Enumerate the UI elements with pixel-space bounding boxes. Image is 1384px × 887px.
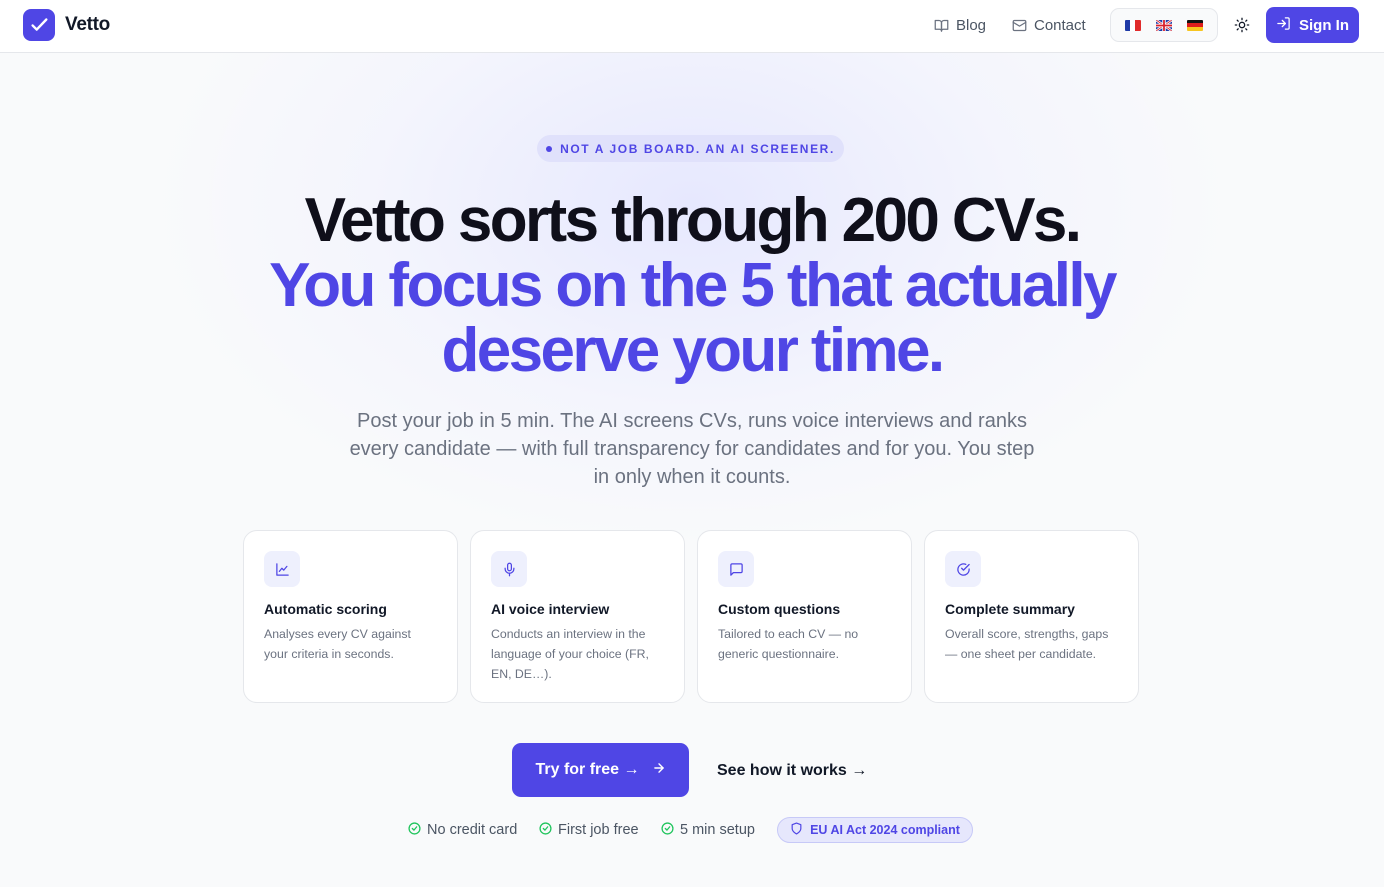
nav-contact-label: Contact bbox=[1034, 16, 1086, 34]
feature-description: Conducts an interview in the language of… bbox=[491, 627, 649, 681]
shield-icon bbox=[790, 822, 803, 838]
gb-flag-icon[interactable] bbox=[1155, 19, 1172, 31]
perk-first-job-free: First job free bbox=[539, 821, 639, 839]
check-circle-icon bbox=[945, 551, 981, 587]
feature-description: Analyses every CV against your criteria … bbox=[264, 627, 411, 661]
perk-5-min-setup: 5 min setup bbox=[661, 821, 755, 839]
top-navbar: Vetto Blog Contact Sign In bbox=[0, 0, 1384, 53]
badge-dot-icon bbox=[546, 145, 553, 152]
sign-in-label: Sign In bbox=[1299, 16, 1349, 34]
hero-headline: Vetto sorts through 200 CVs. You focus o… bbox=[192, 188, 1192, 383]
mail-icon bbox=[1012, 18, 1027, 33]
feature-description: Overall score, strengths, gaps — one she… bbox=[945, 627, 1109, 661]
check-circle-icon bbox=[661, 821, 674, 839]
chart-line-icon bbox=[264, 551, 300, 587]
log-in-icon bbox=[1276, 16, 1291, 35]
feature-card-summary: Complete summary Overall score, strength… bbox=[924, 530, 1139, 703]
headline-line-3: deserve your time. bbox=[441, 316, 945, 385]
microphone-icon bbox=[491, 551, 527, 587]
check-circle-icon bbox=[539, 821, 552, 839]
checkmark-logo-icon bbox=[23, 9, 55, 41]
compliance-badge: EU AI Act 2024 compliant bbox=[777, 817, 973, 843]
hero-subtitle: Post your job in 5 min. The AI screens C… bbox=[349, 410, 1035, 488]
nav-blog-label: Blog bbox=[956, 16, 987, 34]
fr-flag-icon[interactable] bbox=[1124, 19, 1141, 31]
theme-toggle-sun-icon[interactable] bbox=[1232, 15, 1252, 35]
perk-label: No credit card bbox=[427, 822, 518, 838]
see-how-it-works-link[interactable]: See how it works → bbox=[717, 760, 867, 782]
hero-badge: NOT A JOB BOARD. AN AI SCREENER. bbox=[537, 135, 844, 162]
try-for-free-button[interactable]: Try for free → bbox=[512, 743, 689, 797]
feature-card-custom-questions: Custom questions Tailored to each CV — n… bbox=[697, 530, 912, 703]
compliance-label: EU AI Act 2024 compliant bbox=[810, 823, 960, 837]
arrow-right-icon bbox=[652, 761, 666, 780]
feature-title: Automatic scoring bbox=[264, 601, 387, 617]
try-for-free-label: Try for free → bbox=[535, 761, 640, 778]
de-flag-icon[interactable] bbox=[1187, 19, 1204, 31]
check-circle-icon bbox=[408, 821, 421, 839]
feature-card-voice-interview: AI voice interview Conducts an interview… bbox=[470, 530, 685, 703]
nav-blog-link[interactable]: Blog bbox=[934, 14, 986, 36]
perk-no-credit-card: No credit card bbox=[408, 821, 517, 839]
book-open-icon bbox=[934, 18, 949, 33]
brand-logo[interactable]: Vetto bbox=[23, 9, 110, 41]
headline-line-1: Vetto sorts through 200 CVs. bbox=[304, 186, 1082, 255]
feature-description: Tailored to each CV — no generic questio… bbox=[718, 627, 859, 661]
headline-line-2: You focus on the 5 that actually bbox=[269, 251, 1117, 320]
perk-label: 5 min setup bbox=[680, 822, 755, 838]
language-switcher bbox=[1110, 8, 1218, 42]
brand-name: Vetto bbox=[65, 14, 110, 35]
perk-label: First job free bbox=[558, 822, 639, 838]
sign-in-button[interactable]: Sign In bbox=[1266, 7, 1359, 43]
message-square-icon bbox=[718, 551, 754, 587]
feature-title: AI voice interview bbox=[491, 601, 610, 617]
feature-title: Custom questions bbox=[718, 601, 841, 617]
feature-card-scoring: Automatic scoring Analyses every CV agai… bbox=[243, 530, 458, 703]
hero-badge-text: NOT A JOB BOARD. AN AI SCREENER. bbox=[560, 141, 835, 156]
feature-title: Complete summary bbox=[945, 601, 1075, 617]
nav-contact-link[interactable]: Contact bbox=[1012, 14, 1086, 36]
